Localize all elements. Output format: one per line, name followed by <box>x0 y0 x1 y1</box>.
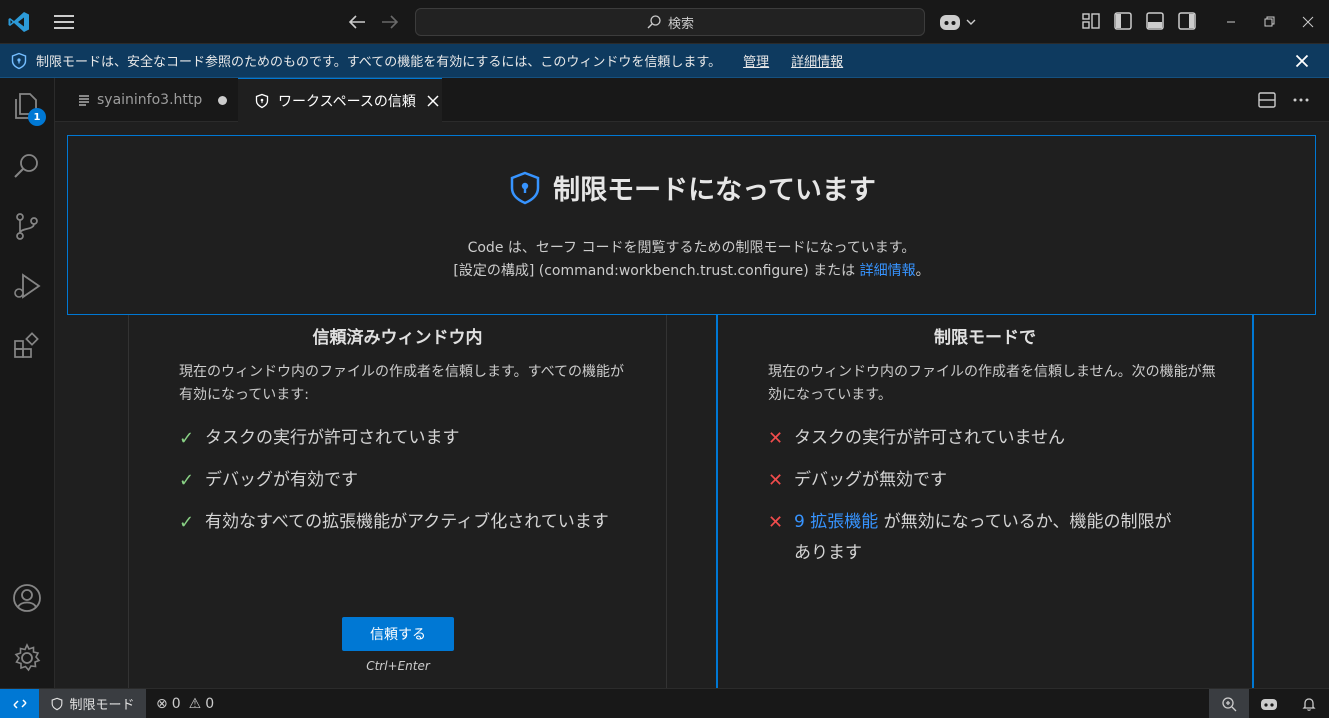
workspace-trust-editor: 制限モードになっています Code は、セーフ コードを閲覧するための制限モード… <box>55 122 1329 688</box>
error-count: 0 <box>171 695 181 712</box>
configure-text: [設定の構成] (command:workbench.trust.configu… <box>453 263 860 279</box>
copilot-icon <box>1261 698 1277 710</box>
close-icon[interactable] <box>1293 52 1311 70</box>
minimize-icon[interactable] <box>1221 12 1241 32</box>
shield-icon <box>52 697 63 710</box>
restricted-mode-banner: 制限モードは、安全なコード参照のためのものです。すべての機能を有効にするには、こ… <box>0 44 1329 78</box>
problems-status[interactable]: ⊗ 0 ⚠ 0 <box>156 689 214 718</box>
split-editor-icon[interactable] <box>1257 90 1277 110</box>
toggle-secondary-sidebar-icon[interactable] <box>1176 10 1198 32</box>
shield-icon <box>510 171 540 204</box>
copilot-status-button[interactable] <box>1249 689 1289 718</box>
activity-bar: 1 <box>0 78 55 688</box>
period-text: 。 <box>915 263 930 279</box>
accounts-icon[interactable] <box>11 582 43 614</box>
shield-icon <box>255 93 269 109</box>
vscode-logo-icon[interactable] <box>7 10 31 34</box>
explorer-badge: 1 <box>28 108 46 126</box>
file-lines-icon <box>79 95 89 106</box>
tab-label: ワークスペースの信頼 <box>278 94 416 110</box>
list-item: ✕ デバッグが無効です <box>768 465 1228 496</box>
tab-workspace-trust[interactable]: ワークスペースの信頼 <box>238 78 442 123</box>
editor-tabs: syaininfo3.http ワークスペースの信頼 <box>55 78 1329 123</box>
search-icon[interactable] <box>11 150 43 182</box>
menu-icon[interactable] <box>52 12 76 32</box>
zoom-in-icon <box>1222 696 1237 711</box>
list-item: ✕ タスクの実行が許可されていません <box>768 423 1228 454</box>
zoom-button[interactable] <box>1209 689 1249 718</box>
trust-shortcut: Ctrl+Enter <box>366 659 430 673</box>
restricted-description: 現在のウィンドウ内のファイルの作成者を信頼しません。次の機能が無効になっています… <box>768 364 1216 403</box>
status-bar: 制限モード ⊗ 0 ⚠ 0 <box>0 688 1329 718</box>
run-and-debug-icon[interactable] <box>11 270 43 302</box>
check-icon: ✓ <box>179 512 195 533</box>
cross-icon: ✕ <box>768 512 784 533</box>
check-icon: ✓ <box>179 428 195 449</box>
restricted-mode-status[interactable]: 制限モード <box>39 689 146 718</box>
extensions-icon[interactable] <box>11 330 43 362</box>
settings-gear-icon[interactable] <box>11 642 43 674</box>
copilot-icon[interactable] <box>938 10 980 34</box>
restricted-mode-label: 制限モード <box>69 698 135 713</box>
hero-configure-text: [設定の構成] (command:workbench.trust.configu… <box>68 260 1315 280</box>
command-center-search[interactable]: 検索 <box>415 8 925 36</box>
learn-more-link[interactable]: 詳細情報 <box>860 263 916 279</box>
warning-count: 0 <box>205 695 215 712</box>
search-icon <box>647 15 661 29</box>
trusted-title: 信頼済みウィンドウ内 <box>312 328 483 348</box>
remote-icon <box>12 698 27 709</box>
cross-icon: ✕ <box>768 428 784 449</box>
close-window-icon[interactable] <box>1298 12 1318 32</box>
title-bar: 検索 <box>0 0 1329 44</box>
tab-label: syaininfo3.http <box>97 92 203 108</box>
toggle-primary-sidebar-icon[interactable] <box>1112 10 1134 32</box>
restricted-title: 制限モードで <box>934 328 1036 348</box>
modified-dot-icon[interactable] <box>218 95 228 105</box>
bell-icon <box>1302 697 1316 711</box>
list-item: ✓ タスクの実行が許可されています <box>179 423 639 454</box>
back-arrow-icon[interactable] <box>346 12 368 32</box>
page-title: 制限モードになっています <box>553 175 876 206</box>
hero-description: Code は、セーフ コードを閲覧するための制限モードになっています。 <box>467 240 916 256</box>
cross-icon: ✕ <box>768 470 784 491</box>
close-tab-icon[interactable] <box>426 94 440 108</box>
trusted-description: 現在のウィンドウ内のファイルの作成者を信頼します。すべての機能が有効になっていま… <box>179 364 625 403</box>
search-label: 検索 <box>667 16 694 32</box>
more-actions-icon[interactable] <box>1291 90 1311 110</box>
list-item: ✓ デバッグが有効です <box>179 465 639 496</box>
extensions-link[interactable]: 9 拡張機能 <box>794 512 878 532</box>
tab-syaininfo3[interactable]: syaininfo3.http <box>67 78 237 122</box>
restore-icon[interactable] <box>1259 12 1279 32</box>
trust-button[interactable]: 信頼する <box>342 617 454 651</box>
warning-icon: ⚠ <box>188 695 202 712</box>
remote-indicator[interactable] <box>0 689 39 718</box>
list-item: ✕ 9 拡張機能 が無効になっているか、機能の制限があります <box>768 507 1178 569</box>
banner-manage-link[interactable]: 管理 <box>743 51 769 70</box>
restricted-mode-header: 制限モードになっています Code は、セーフ コードを閲覧するための制限モード… <box>67 135 1316 315</box>
customize-layout-icon[interactable] <box>1080 10 1102 32</box>
restricted-column: 制限モードで 現在のウィンドウ内のファイルの作成者を信頼しません。次の機能が無効… <box>716 315 1254 688</box>
shield-icon <box>11 52 27 69</box>
check-icon: ✓ <box>179 470 195 491</box>
notifications-button[interactable] <box>1289 689 1329 718</box>
trusted-column: 信頼済みウィンドウ内 現在のウィンドウ内のファイルの作成者を信頼します。すべての… <box>128 315 667 688</box>
toggle-panel-icon[interactable] <box>1144 10 1166 32</box>
banner-message: 制限モードは、安全なコード参照のためのものです。すべての機能を有効にするには、こ… <box>36 55 722 70</box>
forward-arrow-icon[interactable] <box>379 12 401 32</box>
list-item: ✓ 有効なすべての拡張機能がアクティブ化されています <box>179 507 639 538</box>
banner-details-link[interactable]: 詳細情報 <box>791 51 843 70</box>
source-control-icon[interactable] <box>11 210 43 242</box>
error-icon: ⊗ <box>156 695 168 712</box>
